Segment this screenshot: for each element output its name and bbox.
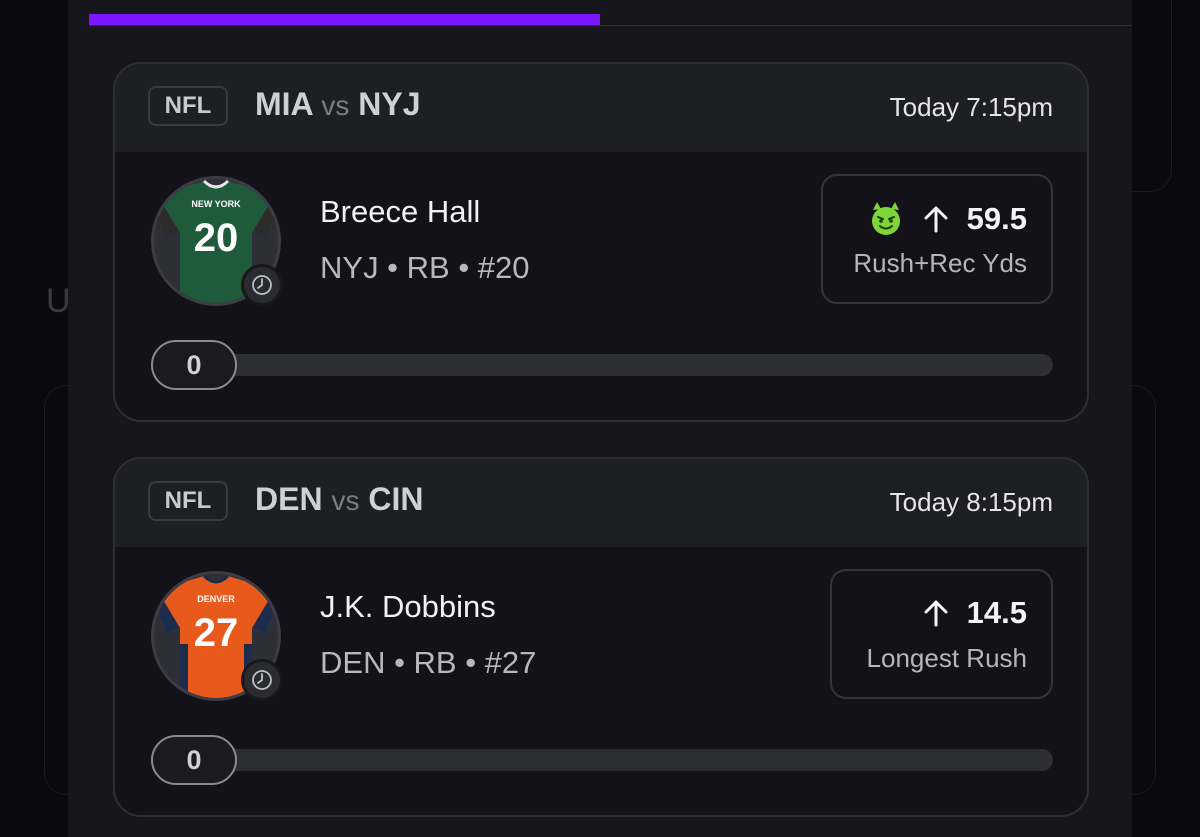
matchup: MIA vs NYJ: [255, 86, 421, 123]
devil-icon: [871, 202, 900, 235]
current-value-pill: 0: [151, 735, 237, 785]
pick-box[interactable]: 14.5 Longest Rush: [830, 569, 1053, 699]
jersey-city: NEW YORK: [191, 199, 241, 209]
progress-bar-track: [151, 354, 1053, 376]
prop-card-2[interactable]: NFL DEN vs CIN Today 8:15pm DENVER 27 J.…: [113, 457, 1089, 817]
player-name: Breece Hall: [320, 194, 481, 229]
background-partial-text: U: [46, 282, 71, 320]
clock-icon: [241, 264, 283, 306]
prop-card-1[interactable]: NFL MIA vs NYJ Today 7:15pm NEW YORK 20 …: [113, 62, 1089, 422]
clock-icon: [241, 659, 283, 701]
progress-track: [89, 25, 1132, 26]
pick-box[interactable]: 59.5 Rush+Rec Yds: [821, 174, 1053, 304]
league-badge: NFL: [148, 86, 228, 126]
player-meta: NYJ • RB • #20: [320, 250, 530, 285]
pick-line: 14.5: [921, 595, 1027, 631]
matchup: DEN vs CIN: [255, 481, 423, 518]
pick-line-value: 14.5: [966, 595, 1027, 630]
stat-type: Rush+Rec Yds: [853, 248, 1027, 278]
game-time: Today 7:15pm: [889, 92, 1053, 122]
team-away: MIA: [255, 86, 313, 122]
team-home: CIN: [368, 481, 424, 517]
progress-bar-track: [151, 749, 1053, 771]
arrow-up-icon: [924, 206, 948, 233]
card-header: NFL MIA vs NYJ Today 7:15pm: [115, 64, 1087, 152]
player-meta: DEN • RB • #27: [320, 645, 537, 680]
pick-line-value: 59.5: [966, 201, 1027, 236]
jersey-city: DENVER: [197, 594, 235, 604]
arrow-up-icon: [924, 600, 948, 627]
player-name: J.K. Dobbins: [320, 589, 496, 624]
team-away: DEN: [255, 481, 323, 517]
pick-line: 59.5: [867, 200, 1027, 238]
game-time: Today 8:15pm: [889, 487, 1053, 517]
vs-label: vs: [321, 90, 350, 121]
progress-indicator: [89, 14, 600, 25]
jersey-number: 27: [194, 611, 239, 655]
vs-label: vs: [331, 485, 360, 516]
card-header: NFL DEN vs CIN Today 8:15pm: [115, 459, 1087, 547]
current-value-pill: 0: [151, 340, 237, 390]
stat-type: Longest Rush: [866, 643, 1027, 673]
jersey-number: 20: [194, 216, 239, 260]
league-badge: NFL: [148, 481, 228, 521]
team-home: NYJ: [358, 86, 421, 122]
